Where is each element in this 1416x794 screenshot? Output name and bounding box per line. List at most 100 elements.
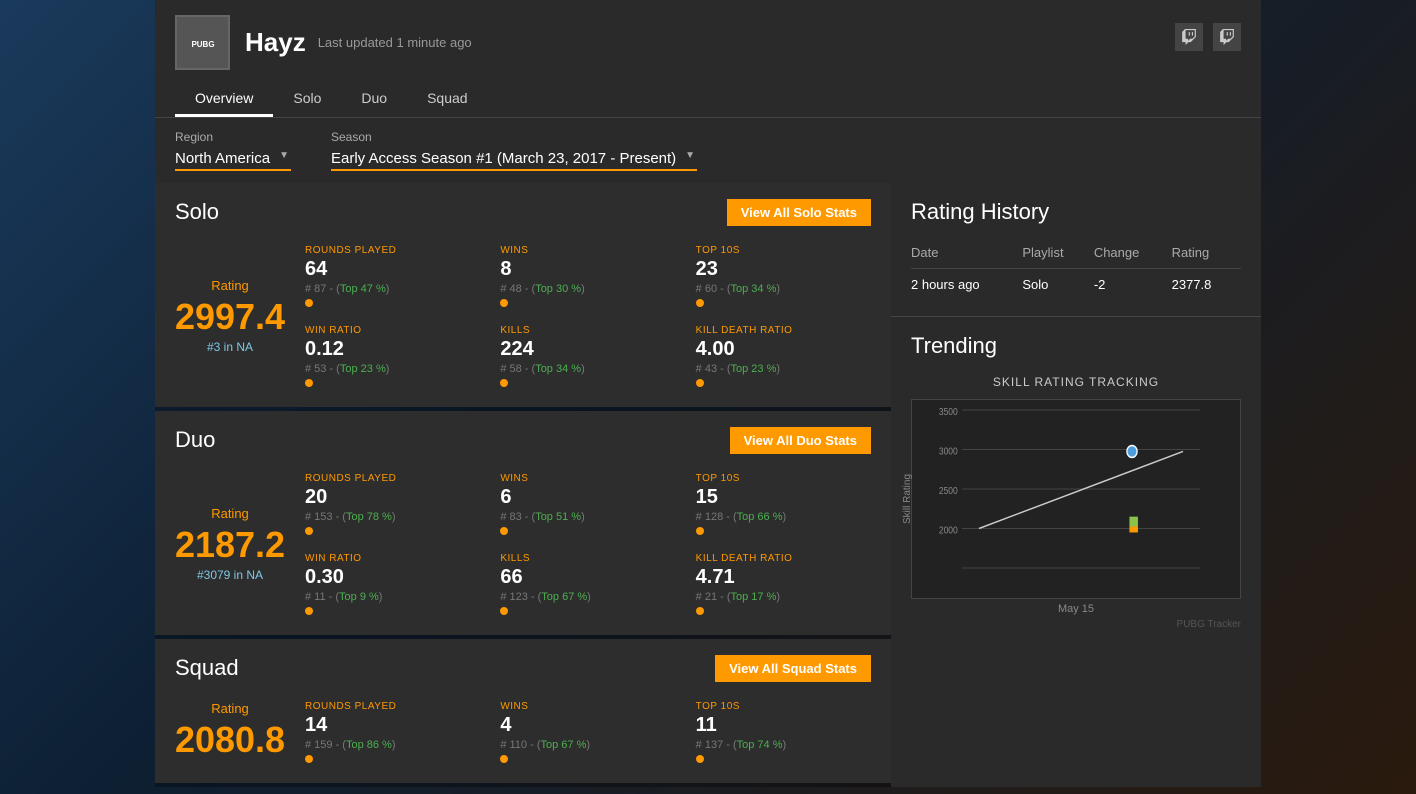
stat-value: 6 bbox=[500, 486, 675, 509]
stat-dot bbox=[696, 607, 704, 615]
season-filter: Season Early Access Season #1 (March 23,… bbox=[331, 130, 697, 171]
stat-item: WINS 8 # 48 - (Top 30 %) bbox=[500, 241, 675, 311]
duo-section: Duo View All Duo Stats Rating 2187.2 #30… bbox=[155, 411, 891, 635]
squad-stats-grid: ROUNDS PLAYED 14 # 159 - (Top 86 %) WINS… bbox=[305, 697, 871, 767]
rating-history-title: Rating History bbox=[911, 199, 1241, 225]
stat-value: 4.71 bbox=[696, 566, 871, 589]
stat-item: TOP 10S 15 # 128 - (Top 66 %) bbox=[696, 469, 871, 539]
stat-rank: # 11 - (Top 9 %) bbox=[305, 591, 480, 603]
stat-top: Top 74 % bbox=[737, 739, 783, 751]
stat-top: Top 67 % bbox=[540, 739, 586, 751]
stat-name: KILL DEATH RATIO bbox=[696, 325, 871, 336]
stat-value: 66 bbox=[500, 566, 675, 589]
header: PUBG Hayz Last updated 1 minute ago Over… bbox=[155, 0, 1261, 117]
solo-section: Solo View All Solo Stats Rating 2997.4 #… bbox=[155, 183, 891, 407]
stat-name: WINS bbox=[500, 473, 675, 484]
chart-title: SKILL RATING TRACKING bbox=[911, 375, 1241, 389]
stat-rank: # 53 - (Top 23 %) bbox=[305, 363, 480, 375]
stat-value: 8 bbox=[500, 258, 675, 281]
stat-rank: # 83 - (Top 51 %) bbox=[500, 511, 675, 523]
season-label: Season bbox=[331, 130, 697, 144]
chart-container: Skill Rating 3500 3000 2500 2000 bbox=[911, 399, 1241, 599]
content-area: Solo View All Solo Stats Rating 2997.4 #… bbox=[155, 183, 1261, 787]
twitch-icon-1[interactable] bbox=[1175, 23, 1203, 51]
squad-rating-block: Rating 2080.8 bbox=[175, 697, 305, 767]
stat-rank: # 137 - (Top 74 %) bbox=[696, 739, 871, 751]
svg-text:PUBG: PUBG bbox=[191, 40, 214, 49]
svg-text:3000: 3000 bbox=[939, 446, 958, 457]
duo-rating-label: Rating bbox=[211, 506, 249, 521]
solo-rating-label: Rating bbox=[211, 278, 249, 293]
tab-squad[interactable]: Squad bbox=[407, 82, 487, 117]
stat-dot bbox=[696, 299, 704, 307]
tab-solo[interactable]: Solo bbox=[273, 82, 341, 117]
stat-name: WIN RATIO bbox=[305, 553, 480, 564]
duo-rating-block: Rating 2187.2 #3079 in NA bbox=[175, 469, 305, 619]
stat-item: KILLS 66 # 123 - (Top 67 %) bbox=[500, 549, 675, 619]
season-select[interactable]: Early Access Season #1 (March 23, 2017 -… bbox=[331, 148, 697, 171]
rh-col-date: Date bbox=[911, 241, 1022, 269]
stat-top: Top 34 % bbox=[731, 283, 777, 295]
stat-dot bbox=[305, 527, 313, 535]
stat-item: WIN RATIO 0.12 # 53 - (Top 23 %) bbox=[305, 321, 480, 391]
stat-name: TOP 10S bbox=[696, 245, 871, 256]
stat-top: Top 67 % bbox=[541, 591, 587, 603]
stat-name: KILLS bbox=[500, 325, 675, 336]
stat-dot bbox=[500, 299, 508, 307]
stat-dot bbox=[305, 379, 313, 387]
squad-rating-value: 2080.8 bbox=[175, 720, 285, 760]
filter-bar: Region North America Europe Asia Season … bbox=[155, 117, 1261, 183]
stat-top: Top 23 % bbox=[340, 363, 386, 375]
avatar: PUBG bbox=[175, 15, 230, 70]
stat-value: 224 bbox=[500, 338, 675, 361]
stat-rank: # 123 - (Top 67 %) bbox=[500, 591, 675, 603]
stat-top: Top 47 % bbox=[340, 283, 386, 295]
stat-rank: # 87 - (Top 47 %) bbox=[305, 283, 480, 295]
stat-dot bbox=[500, 755, 508, 763]
stat-top: Top 9 % bbox=[339, 591, 379, 603]
stat-top: Top 23 % bbox=[731, 363, 777, 375]
stat-dot bbox=[500, 379, 508, 387]
stat-dot bbox=[696, 755, 704, 763]
tab-duo[interactable]: Duo bbox=[341, 82, 407, 117]
last-updated: Last updated 1 minute ago bbox=[318, 35, 472, 50]
stat-name: ROUNDS PLAYED bbox=[305, 245, 480, 256]
stat-item: WINS 6 # 83 - (Top 51 %) bbox=[500, 469, 675, 539]
stat-name: WIN RATIO bbox=[305, 325, 480, 336]
stat-rank: # 128 - (Top 66 %) bbox=[696, 511, 871, 523]
rh-col-change: Change bbox=[1094, 241, 1172, 269]
stat-dot bbox=[305, 755, 313, 763]
stat-value: 15 bbox=[696, 486, 871, 509]
x-axis-label: May 15 bbox=[911, 603, 1241, 615]
stat-name: WINS bbox=[500, 701, 675, 712]
rh-col-rating: Rating bbox=[1172, 241, 1241, 269]
region-select[interactable]: North America Europe Asia bbox=[175, 148, 291, 171]
stat-item: ROUNDS PLAYED 20 # 153 - (Top 78 %) bbox=[305, 469, 480, 539]
stat-dot bbox=[696, 527, 704, 535]
view-all-squad-button[interactable]: View All Squad Stats bbox=[715, 655, 871, 682]
left-panel: Solo View All Solo Stats Rating 2997.4 #… bbox=[155, 183, 891, 787]
rh-change: -2 bbox=[1094, 269, 1172, 301]
rating-history-table: Date Playlist Change Rating 2 hours ago … bbox=[911, 241, 1241, 300]
stat-top: Top 34 % bbox=[535, 363, 581, 375]
stat-value: 14 bbox=[305, 714, 480, 737]
chart-svg: 3500 3000 2500 2000 bbox=[962, 410, 1200, 568]
twitch-icon-2[interactable] bbox=[1213, 23, 1241, 51]
region-filter: Region North America Europe Asia bbox=[175, 130, 291, 171]
chart-y-label: Skill Rating bbox=[902, 474, 913, 524]
stat-value: 11 bbox=[696, 714, 871, 737]
squad-rating-label: Rating bbox=[211, 701, 249, 716]
stat-item: WINS 4 # 110 - (Top 67 %) bbox=[500, 697, 675, 767]
tab-overview[interactable]: Overview bbox=[175, 82, 273, 117]
stat-item: KILL DEATH RATIO 4.00 # 43 - (Top 23 %) bbox=[696, 321, 871, 391]
view-all-solo-button[interactable]: View All Solo Stats bbox=[727, 199, 871, 226]
stat-value: 0.12 bbox=[305, 338, 480, 361]
rh-col-playlist: Playlist bbox=[1022, 241, 1093, 269]
stat-top: Top 17 % bbox=[731, 591, 777, 603]
stat-item: TOP 10S 23 # 60 - (Top 34 %) bbox=[696, 241, 871, 311]
stat-item: ROUNDS PLAYED 64 # 87 - (Top 47 %) bbox=[305, 241, 480, 311]
solo-rating-block: Rating 2997.4 #3 in NA bbox=[175, 241, 305, 391]
view-all-duo-button[interactable]: View All Duo Stats bbox=[730, 427, 871, 454]
solo-stats-grid: ROUNDS PLAYED 64 # 87 - (Top 47 %) WINS … bbox=[305, 241, 871, 391]
duo-rating-rank: #3079 in NA bbox=[197, 568, 263, 582]
